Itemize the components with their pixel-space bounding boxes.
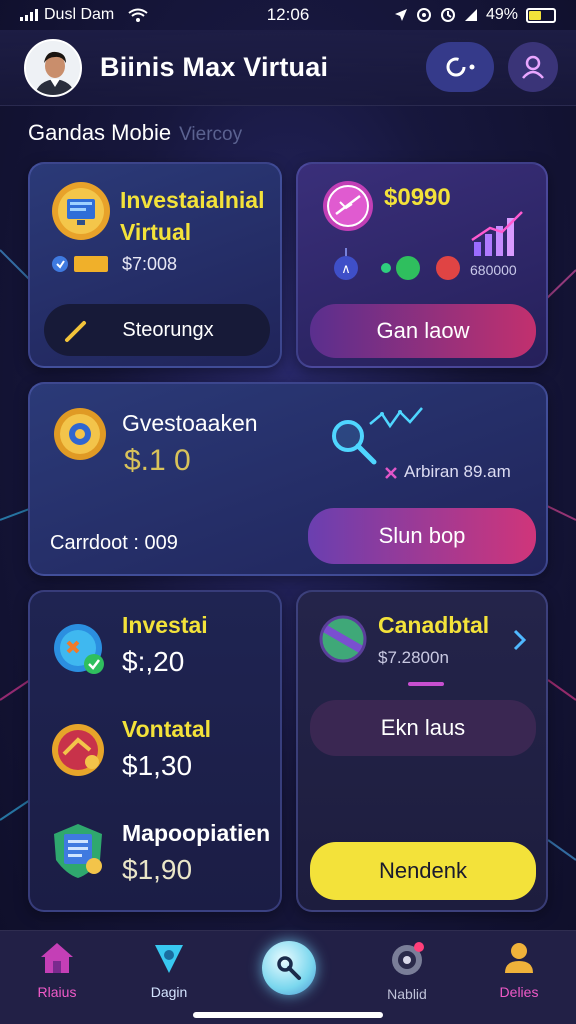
home-icon bbox=[41, 943, 73, 973]
card1-title-line1: Investaialnial bbox=[120, 187, 265, 213]
card5-button1-label: Ekn laus bbox=[380, 715, 466, 740]
card2-button-label: Gan laow bbox=[376, 318, 470, 343]
card5-amount: $7.2800n bbox=[378, 648, 449, 667]
battery-percent: 49% bbox=[485, 6, 518, 23]
card5-button2-label: Nendenk bbox=[378, 858, 468, 883]
list-item-amount: $:,20 bbox=[122, 646, 185, 677]
list-item-amount: $1,90 bbox=[122, 854, 193, 885]
capital-card[interactable]: Canadbtal $7.2800n Ekn laus Nendenk bbox=[296, 590, 548, 912]
gear-coin-icon bbox=[54, 408, 106, 460]
signal-icon bbox=[20, 9, 38, 21]
user-icon bbox=[522, 55, 544, 79]
carrier-name: Dusl Dam bbox=[44, 6, 115, 23]
alarm-icon bbox=[416, 8, 431, 22]
list-item[interactable]: Investai $:,20 bbox=[30, 612, 284, 692]
list-item-title: Mapoopiatien bbox=[122, 820, 271, 846]
card3-footer: Carrdoot : 009 bbox=[50, 532, 178, 554]
app-header: Biinis Max Virtuai bbox=[0, 30, 576, 106]
card1-title: Investaialnial Virtual bbox=[120, 184, 264, 248]
bottom-nav: Rlaius Dagin Nablid Delies bbox=[0, 930, 576, 1024]
section-subtitle: Gandas Mobie Viercoy bbox=[28, 120, 242, 146]
card2-amount: $0990 bbox=[384, 184, 451, 211]
refresh-button[interactable] bbox=[426, 42, 494, 92]
battery-level bbox=[529, 10, 541, 20]
growth-chart-icon bbox=[471, 211, 523, 256]
list-item-title: Vontatal bbox=[122, 716, 212, 742]
chevron-right-icon[interactable] bbox=[512, 628, 528, 652]
list-item[interactable]: Mapoopiatien $1,90 bbox=[30, 820, 284, 900]
portfolio-list-card: Investai $:,20 Vontatal $1,30 Mapoopiati… bbox=[28, 590, 282, 912]
nav-item-nablid[interactable]: Nablid bbox=[362, 941, 452, 1002]
exchange-icon bbox=[54, 624, 104, 674]
list-item[interactable]: Vontatal $1,30 bbox=[30, 716, 284, 796]
card1-button[interactable]: Steorungx bbox=[44, 304, 270, 356]
sync-icon bbox=[440, 8, 455, 22]
list-item-title: Investai bbox=[122, 612, 208, 638]
monitor-icon bbox=[52, 182, 110, 240]
card2-stat: 680000 bbox=[470, 262, 517, 278]
subtitle-faded: Viercoy bbox=[179, 124, 243, 145]
divider-accent bbox=[408, 682, 444, 686]
card1-button-label: Steorungx bbox=[122, 318, 214, 341]
nav-center-button[interactable] bbox=[262, 941, 316, 995]
nav-item-delies[interactable]: Delies bbox=[474, 941, 564, 1000]
app-title: Biinis Max Virtuai bbox=[100, 52, 329, 82]
nav-label: Dagin bbox=[150, 984, 188, 1000]
status-bar: Dusl Dam 12:06 49% bbox=[0, 0, 576, 30]
drop-icon bbox=[155, 945, 183, 973]
card1-amount: $7:008 bbox=[122, 254, 178, 274]
battery-icon bbox=[526, 7, 556, 23]
stats-card[interactable]: $0990 ∧ 680000 Gan laow bbox=[296, 162, 548, 368]
cellular-icon bbox=[464, 9, 477, 21]
nav-label: Delies bbox=[499, 984, 539, 1000]
network-nodes-icon: ∧ bbox=[334, 248, 460, 280]
pen-icon bbox=[65, 321, 86, 342]
person-icon bbox=[505, 943, 533, 973]
card3-title: Gvestoaaken bbox=[122, 410, 258, 436]
card3-button-label: Slun bop bbox=[378, 523, 466, 548]
card5-button-primary[interactable]: Nendenk bbox=[310, 842, 536, 900]
nav-label: Rlaius bbox=[37, 984, 77, 1000]
cross-icon bbox=[385, 467, 397, 479]
avatar[interactable] bbox=[24, 38, 82, 97]
location-icon bbox=[394, 9, 407, 21]
shield-coin-icon bbox=[52, 256, 108, 272]
nav-label: Nablid bbox=[387, 986, 427, 1002]
svg-text:∧: ∧ bbox=[341, 261, 351, 276]
globe-icon bbox=[323, 181, 373, 231]
card5-title: Canadbtal bbox=[378, 612, 490, 638]
card5-button-secondary[interactable]: Ekn laus bbox=[310, 700, 536, 756]
card1-title-line2: Virtual bbox=[120, 219, 192, 245]
compass-icon bbox=[319, 615, 367, 663]
clock: 12:06 bbox=[266, 5, 310, 24]
profile-button[interactable] bbox=[508, 42, 558, 92]
nav-item-dagin[interactable]: Dagin bbox=[124, 941, 214, 1000]
list-item-amount: $1,30 bbox=[122, 750, 193, 781]
magnifier-icon bbox=[332, 407, 423, 465]
investment-card[interactable]: Investaialnial Virtual $7:008 Steorungx bbox=[28, 162, 282, 368]
wrench-icon bbox=[277, 956, 301, 980]
document-shield-icon bbox=[54, 824, 102, 878]
subtitle-main: Gandas Mobie bbox=[28, 120, 172, 145]
card3-amount: $.1 0 bbox=[124, 444, 191, 477]
wifi-icon bbox=[128, 8, 148, 22]
home-indicator[interactable] bbox=[193, 1012, 383, 1018]
card3-button[interactable]: Slun bop bbox=[308, 508, 536, 564]
wide-investment-card[interactable]: Gvestoaaken $.1 0 Arbiran 89.am Carrdoot… bbox=[28, 382, 548, 576]
card2-button[interactable]: Gan laow bbox=[310, 304, 536, 358]
card3-side-text: Arbiran 89.am bbox=[404, 462, 511, 481]
target-badge-icon bbox=[52, 724, 104, 776]
target-icon bbox=[392, 942, 424, 975]
refresh-icon bbox=[446, 57, 475, 77]
nav-item-home[interactable]: Rlaius bbox=[12, 941, 102, 1000]
